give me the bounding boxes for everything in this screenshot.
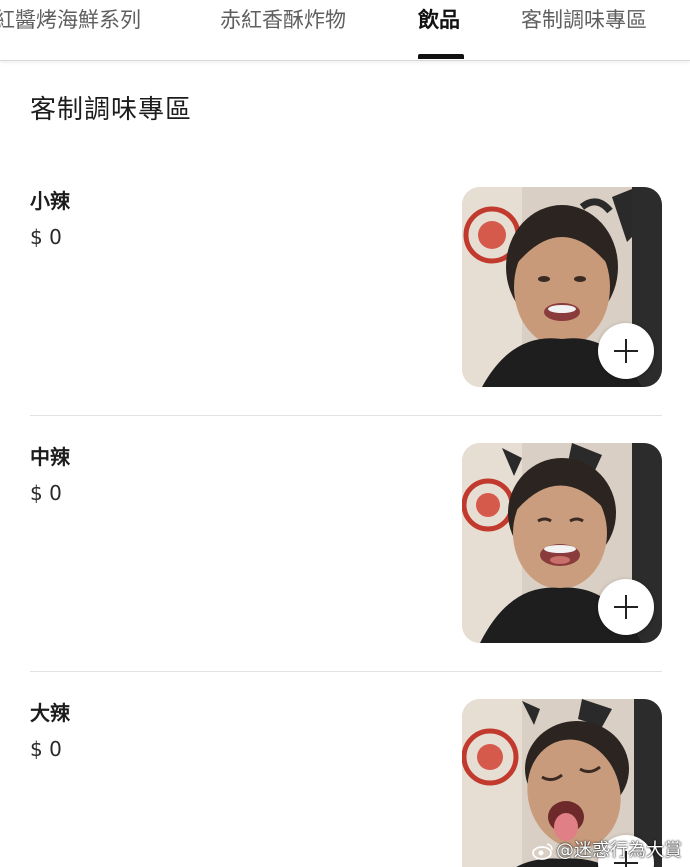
- category-tab-bar: 紅醬烤海鮮系列 赤紅香酥炸物 飲品 客制調味專區: [0, 0, 690, 61]
- divider: [30, 671, 662, 672]
- item-price: $ 0: [30, 225, 62, 249]
- weibo-icon: [532, 843, 553, 860]
- divider: [30, 415, 662, 416]
- add-to-cart-button[interactable]: [598, 323, 654, 379]
- menu-page: 紅醬烤海鮮系列 赤紅香酥炸物 飲品 客制調味專區 客制調味專區 小辣 $ 0 中…: [0, 0, 690, 867]
- item-name: 大辣: [30, 701, 70, 725]
- item-name: 小辣: [30, 189, 70, 213]
- active-tab-indicator: [418, 54, 464, 59]
- tab-fried-items[interactable]: 赤紅香酥炸物: [220, 2, 346, 38]
- watermark: @迷惑行為大賞: [532, 838, 682, 864]
- item-photo[interactable]: [462, 443, 662, 643]
- section-title: 客制調味專區: [30, 95, 193, 125]
- tab-custom-seasoning[interactable]: 客制調味專區: [521, 2, 647, 38]
- item-price: $ 0: [30, 737, 62, 761]
- add-to-cart-button[interactable]: [598, 579, 654, 635]
- tab-seafood-series[interactable]: 紅醬烤海鮮系列: [0, 2, 141, 38]
- watermark-text: @迷惑行為大賞: [556, 840, 682, 861]
- item-photo[interactable]: [462, 187, 662, 387]
- item-price: $ 0: [30, 481, 62, 505]
- item-name: 中辣: [30, 445, 70, 469]
- tab-drinks[interactable]: 飲品: [418, 2, 460, 38]
